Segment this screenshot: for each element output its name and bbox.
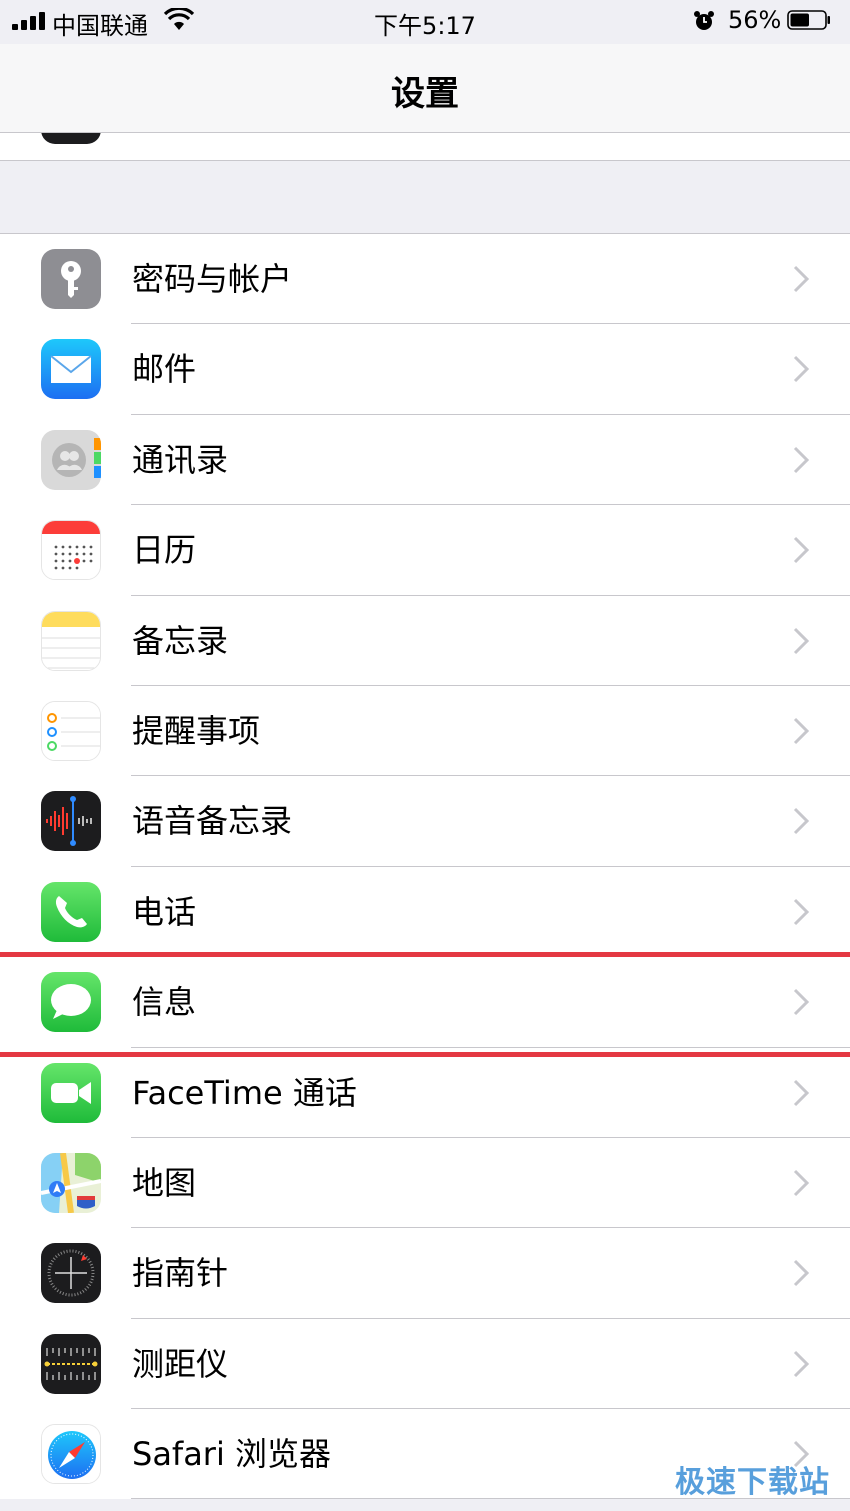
- compass-icon: [41, 1243, 101, 1304]
- settings-row-calendar[interactable]: 日历: [0, 505, 850, 596]
- row-label: 邮件: [132, 350, 197, 389]
- row-label: 测距仪: [132, 1344, 229, 1383]
- chevron-right-icon: [793, 717, 810, 745]
- settings-row-measure[interactable]: 测距仪: [0, 1319, 850, 1410]
- facetime-icon: [41, 1062, 101, 1123]
- row-label: 指南针: [132, 1254, 229, 1293]
- row-label: 通讯录: [132, 440, 229, 479]
- clock-time: 下午5:17: [374, 12, 476, 40]
- mail-icon: [41, 339, 101, 400]
- battery-percent: 56%: [728, 6, 782, 34]
- row-label: 电话: [132, 892, 197, 931]
- reminders-icon: [41, 700, 101, 761]
- settings-row-reminders[interactable]: 提醒事项: [0, 686, 850, 777]
- chevron-right-icon: [793, 989, 810, 1016]
- settings-row-voice-memos[interactable]: 语音备忘录: [0, 776, 850, 867]
- settings-row-facetime[interactable]: FaceTime 通话: [0, 1048, 850, 1138]
- phone-icon: [41, 881, 101, 942]
- chevron-right-icon: [793, 1350, 810, 1377]
- row-label: 日历: [132, 531, 197, 570]
- settings-row-notes[interactable]: 备忘录: [0, 596, 850, 686]
- chevron-right-icon: [793, 356, 810, 383]
- measure-icon: [41, 1333, 101, 1394]
- chevron-right-icon: [793, 1260, 810, 1287]
- key-icon: [41, 249, 101, 309]
- highlight-line-bottom: [0, 1052, 850, 1057]
- row-label: 备忘录: [132, 621, 229, 660]
- chevron-right-icon: [793, 898, 810, 925]
- navigation-bar: 设置: [0, 44, 850, 133]
- chevron-right-icon: [793, 1079, 810, 1106]
- settings-row-contacts[interactable]: 通讯录: [0, 415, 850, 506]
- chevron-right-icon: [793, 446, 810, 473]
- settings-row-maps[interactable]: 地图: [0, 1138, 850, 1229]
- chevron-right-icon: [793, 265, 810, 293]
- battery-icon: [787, 10, 830, 30]
- row-label: 密码与帐户: [132, 260, 293, 298]
- chevron-right-icon: [793, 627, 810, 654]
- voice-memos-icon: [41, 791, 101, 852]
- status-bar: 中国联通 下午5:17 56%: [0, 0, 850, 44]
- settings-row-mail[interactable]: 邮件: [0, 324, 850, 415]
- settings-row-compass[interactable]: 指南针: [0, 1228, 850, 1319]
- watermark: 极速下载站: [675, 1465, 830, 1500]
- messages-icon: [41, 972, 101, 1033]
- page-title: 设置: [391, 74, 459, 114]
- highlight-line-top: [0, 952, 850, 957]
- row-label: 提醒事项: [132, 711, 261, 750]
- chevron-right-icon: [793, 537, 810, 564]
- row-label: Safari 浏览器: [132, 1435, 332, 1474]
- settings-row-phone[interactable]: 电话: [0, 867, 850, 958]
- contacts-icon: [41, 429, 101, 490]
- maps-icon: [41, 1152, 101, 1213]
- row-label: 语音备忘录: [132, 802, 293, 841]
- safari-icon: [41, 1424, 101, 1485]
- row-label: 信息: [132, 983, 197, 1022]
- calendar-icon: [41, 520, 101, 581]
- row-label: 地图: [132, 1163, 197, 1202]
- settings-list: 密码与帐户 邮件 通讯录 日历 备忘录 提醒事项 语音备忘录 电话 信息 Fac…: [0, 233, 850, 1500]
- chevron-right-icon: [793, 1169, 810, 1196]
- notes-icon: [41, 610, 101, 671]
- alarm-icon: [694, 11, 714, 30]
- settings-row-passwords-accounts[interactable]: 密码与帐户: [0, 234, 850, 325]
- settings-row-messages[interactable]: 信息: [0, 957, 850, 1048]
- chevron-right-icon: [793, 808, 810, 835]
- row-label: FaceTime 通话: [132, 1073, 357, 1112]
